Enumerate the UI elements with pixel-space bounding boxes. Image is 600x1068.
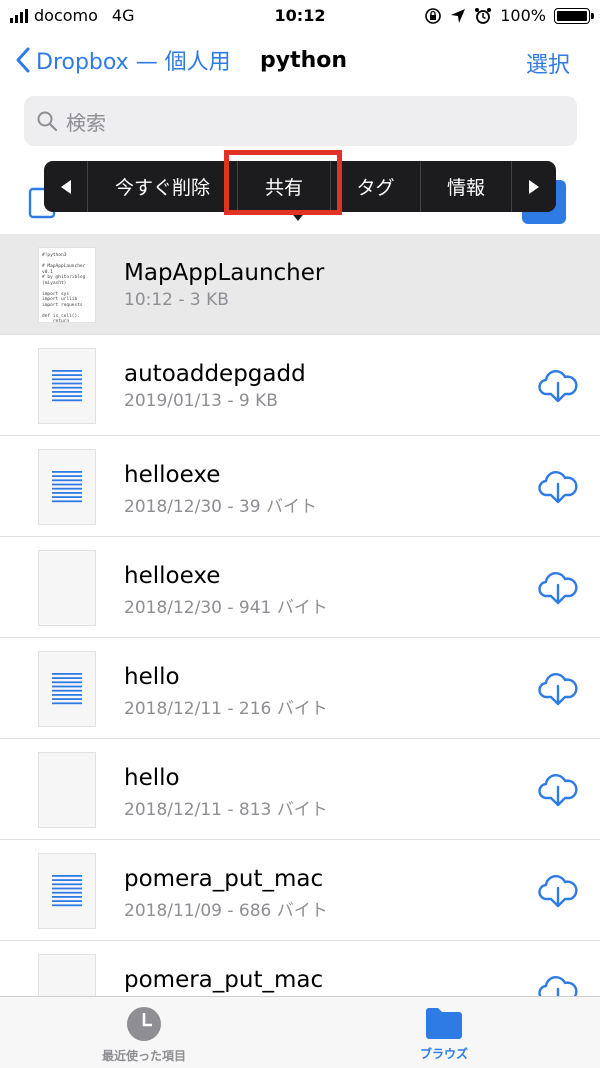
cloud-download-icon[interactable] bbox=[538, 772, 578, 808]
file-meta: 2019/01/13 - 9 KB bbox=[124, 391, 278, 411]
file-name: MapAppLauncher bbox=[124, 260, 325, 286]
file-row[interactable]: #!python3 # MapAppLauncher v0.1 # by @hi… bbox=[0, 234, 600, 335]
status-right: 100% bbox=[424, 6, 594, 25]
file-row[interactable]: helloexe 2018/12/30 - 39 バイト bbox=[0, 436, 600, 537]
file-name: helloexe bbox=[124, 462, 221, 488]
text-file-icon bbox=[38, 853, 96, 929]
back-button[interactable]: Dropbox — 個人用 bbox=[16, 44, 231, 76]
text-file-icon bbox=[38, 449, 96, 525]
menu-item-info[interactable]: 情報 bbox=[421, 161, 512, 212]
battery-percent: 100% bbox=[500, 6, 546, 25]
cloud-download-icon[interactable] bbox=[538, 873, 578, 909]
tab-bar: 最近使った項目 ブラウズ bbox=[0, 996, 600, 1068]
folder-icon bbox=[426, 1008, 462, 1039]
back-label: Dropbox — 個人用 bbox=[36, 50, 231, 75]
menu-item-delete[interactable]: 今すぐ削除 bbox=[88, 161, 238, 212]
battery-icon bbox=[554, 7, 594, 24]
select-button[interactable]: 選択 bbox=[526, 47, 570, 79]
location-icon bbox=[451, 8, 466, 23]
file-row[interactable]: hello 2018/12/11 - 813 バイト bbox=[0, 739, 600, 840]
file-row[interactable]: autoaddepgadd 2019/01/13 - 9 KB bbox=[0, 335, 600, 436]
file-name: hello bbox=[124, 664, 180, 690]
triangle-left-icon bbox=[60, 179, 71, 194]
cloud-download-icon[interactable] bbox=[538, 671, 578, 707]
blank-file-icon bbox=[38, 550, 96, 626]
nav-bar: Dropbox — 個人用 python 選択 bbox=[0, 36, 600, 86]
alarm-icon bbox=[475, 7, 492, 24]
file-meta: 2018/12/11 - 216 バイト bbox=[124, 699, 328, 719]
file-preview-text: #!python3 # MapAppLauncher v0.1 # by @hi… bbox=[42, 253, 86, 324]
file-name: pomera_put_mac bbox=[124, 866, 324, 892]
search-input[interactable]: 検索 bbox=[24, 96, 577, 146]
highlight-annotation bbox=[224, 150, 342, 215]
menu-next-button[interactable] bbox=[512, 161, 556, 212]
file-meta: 2018/12/30 - 941 バイト bbox=[124, 598, 328, 618]
page-title: python bbox=[260, 48, 348, 73]
file-name: hello bbox=[124, 765, 180, 791]
search-placeholder: 検索 bbox=[66, 110, 106, 135]
file-meta: 2018/12/30 - 39 バイト bbox=[124, 497, 317, 517]
search-icon bbox=[36, 110, 58, 132]
cloud-download-icon[interactable] bbox=[538, 469, 578, 505]
file-row[interactable]: helloexe 2018/12/30 - 941 バイト bbox=[0, 537, 600, 638]
status-bar: docomo 4G 10:12 100% bbox=[0, 0, 600, 32]
file-list: #!python3 # MapAppLauncher v0.1 # by @hi… bbox=[0, 234, 600, 1042]
rotation-lock-icon bbox=[425, 7, 442, 24]
blank-file-icon bbox=[38, 752, 96, 828]
file-meta: 2018/11/09 - 686 バイト bbox=[124, 901, 328, 921]
file-row[interactable]: pomera_put_mac 2018/11/09 - 686 バイト bbox=[0, 840, 600, 941]
tab-browse-label: ブラウズ bbox=[420, 1047, 469, 1061]
text-file-icon bbox=[38, 348, 96, 424]
file-preview-thumbnail: #!python3 # MapAppLauncher v0.1 # by @hi… bbox=[38, 247, 96, 324]
tab-recent-label: 最近使った項目 bbox=[102, 1049, 187, 1063]
file-name: pomera_put_mac bbox=[124, 967, 324, 993]
file-name: autoaddepgadd bbox=[124, 361, 306, 387]
tab-browse[interactable]: ブラウズ bbox=[420, 1005, 468, 1062]
text-file-icon bbox=[38, 651, 96, 727]
file-meta: 2018/12/11 - 813 バイト bbox=[124, 800, 328, 820]
file-row[interactable]: hello 2018/12/11 - 216 バイト bbox=[0, 638, 600, 739]
file-meta: 10:12 - 3 KB bbox=[124, 290, 229, 310]
file-name: helloexe bbox=[124, 563, 221, 589]
menu-item-tag[interactable]: タグ bbox=[331, 161, 421, 212]
cloud-download-icon[interactable] bbox=[538, 368, 578, 404]
cloud-download-icon[interactable] bbox=[538, 570, 578, 606]
clock-icon bbox=[127, 1007, 161, 1041]
menu-prev-button[interactable] bbox=[44, 161, 88, 212]
tab-recent[interactable]: 最近使った項目 bbox=[102, 1005, 186, 1064]
triangle-right-icon bbox=[529, 179, 539, 194]
chevron-left-icon bbox=[16, 47, 30, 73]
